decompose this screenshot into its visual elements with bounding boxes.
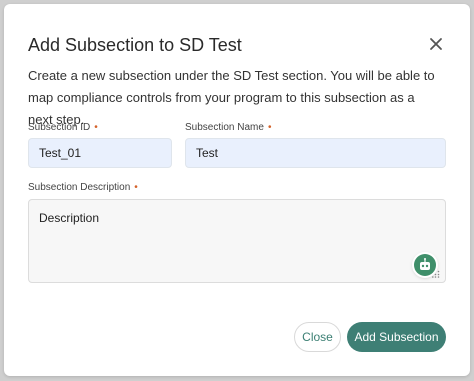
subsection-description-label-text: Subsection Description	[28, 182, 131, 193]
required-marker: •	[134, 182, 138, 193]
subsection-id-label: Subsection ID •	[28, 122, 98, 134]
required-marker: •	[94, 122, 98, 133]
dialog-title: Add Subsection to SD Test	[28, 35, 242, 55]
subsection-description-label: Subsection Description •	[28, 182, 138, 194]
close-icon[interactable]	[427, 35, 445, 53]
subsection-id-label-text: Subsection ID	[28, 122, 91, 133]
add-subsection-dialog: Add Subsection to SD Test Create a new s…	[4, 4, 470, 376]
close-button[interactable]: Close	[294, 322, 341, 352]
subsection-name-input[interactable]	[185, 138, 446, 168]
subsection-description-textarea[interactable]: Description	[28, 199, 446, 283]
subsection-name-label: Subsection Name •	[185, 122, 271, 134]
subsection-name-label-text: Subsection Name	[185, 122, 264, 133]
add-subsection-button[interactable]: Add Subsection	[347, 322, 446, 352]
required-marker: •	[267, 122, 272, 133]
resize-handle-icon[interactable]	[432, 270, 440, 278]
subsection-id-input[interactable]	[28, 138, 172, 168]
